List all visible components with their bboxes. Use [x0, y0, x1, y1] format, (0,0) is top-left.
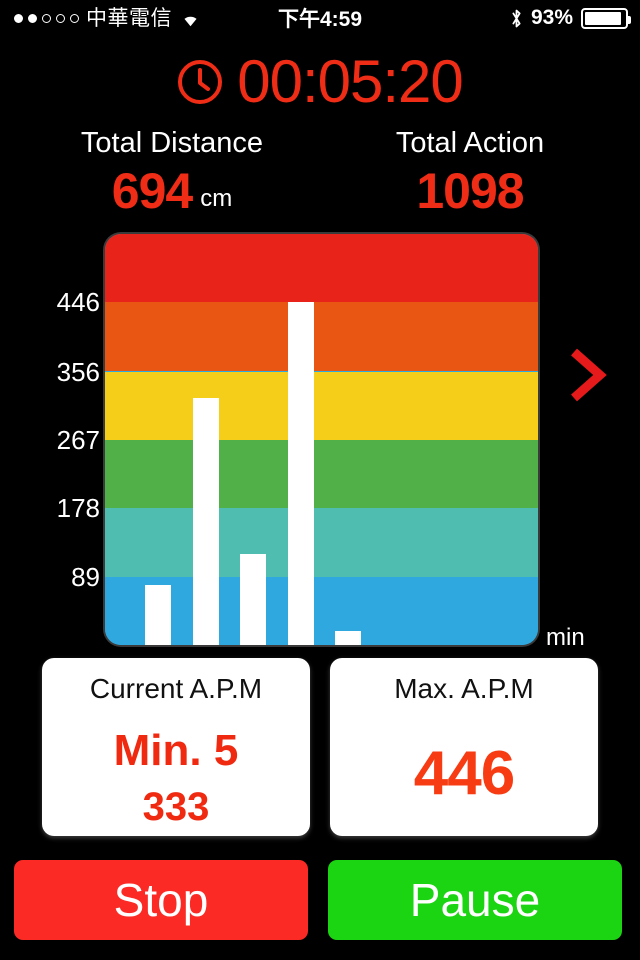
chart-gridline-356 [105, 371, 538, 374]
summary-stats: Total Distance 694 cm Total Action 1098 [0, 127, 640, 228]
clock-icon [178, 60, 223, 104]
status-bar-clock: 下午4:59 [277, 8, 363, 31]
chart-bar [287, 302, 314, 645]
pause-button[interactable]: Pause [328, 860, 622, 940]
battery-fill [585, 11, 622, 25]
battery-nub [628, 15, 631, 24]
status-bar-right: 93% [510, 0, 631, 36]
chart-y-axis: 89 178 267 356 446 [32, 234, 100, 645]
chart-band-orange-zone [105, 302, 538, 372]
chart-band-teal-zone [105, 508, 538, 577]
current-apm-title: Current A.P.M [89, 673, 263, 704]
stat-total-distance-unit: cm [200, 184, 233, 212]
timer-value: 00:05:20 [237, 48, 464, 115]
chart-y-tick-267: 267 [56, 424, 100, 455]
chart-bar [192, 397, 219, 645]
bluetooth-icon [512, 9, 521, 27]
chart-bar [240, 554, 266, 645]
elapsed-timer: 00:05:20 [0, 50, 640, 114]
chart-y-tick-178: 178 [56, 493, 100, 524]
battery-icon [581, 7, 631, 29]
chart-gridline-446 [105, 302, 538, 305]
stat-total-action-value: 1098 [416, 162, 524, 219]
chart-band-red-zone [105, 234, 538, 303]
status-bar: 中華電信 下午4:59 93% [0, 0, 640, 36]
battery-percent-label: 93% [530, 6, 573, 29]
chart-band-yellow-zone [105, 371, 538, 440]
chart-gridline-178 [105, 508, 538, 511]
chart-plot-area [105, 234, 538, 645]
current-apm-card: Current A.P.M Min. 5 333 [42, 658, 310, 836]
stat-total-distance-value: 694 [111, 162, 193, 219]
chart-y-tick-89: 89 [71, 561, 100, 592]
chart-y-tick-356: 356 [56, 356, 100, 387]
stat-total-distance: Total Distance 694 cm [12, 127, 332, 216]
chart-gridline-89 [105, 576, 538, 579]
chart-band-green-zone [105, 439, 538, 509]
stat-total-action-label: Total Action [395, 127, 545, 159]
max-apm-title: Max. A.P.M [394, 673, 534, 704]
stat-total-action-valuerow: 1098 [310, 166, 630, 216]
chart-band-blue-zone [105, 576, 538, 645]
chart-y-tick-446: 446 [56, 287, 100, 318]
stat-total-action: Total Action 1098 [310, 127, 630, 216]
stop-button[interactable]: Stop [14, 860, 308, 940]
chart-gridline-267 [105, 439, 538, 442]
app-root: 中華電信 下午4:59 93% 00:05:20 Total Distance … [0, 0, 640, 960]
chart-x-axis-label: min [546, 624, 585, 651]
max-apm-value: 446 [413, 739, 515, 808]
chart-bar [145, 585, 171, 645]
max-apm-card: Max. A.P.M 446 [330, 658, 598, 836]
stat-total-distance-valuerow: 694 cm [12, 166, 332, 216]
current-apm-minute: Min. 5 [113, 726, 239, 775]
current-apm-value: 333 [142, 785, 210, 829]
stat-total-distance-label: Total Distance [80, 127, 264, 159]
chevron-right-icon[interactable] [566, 346, 610, 404]
chart-bar [335, 631, 361, 645]
